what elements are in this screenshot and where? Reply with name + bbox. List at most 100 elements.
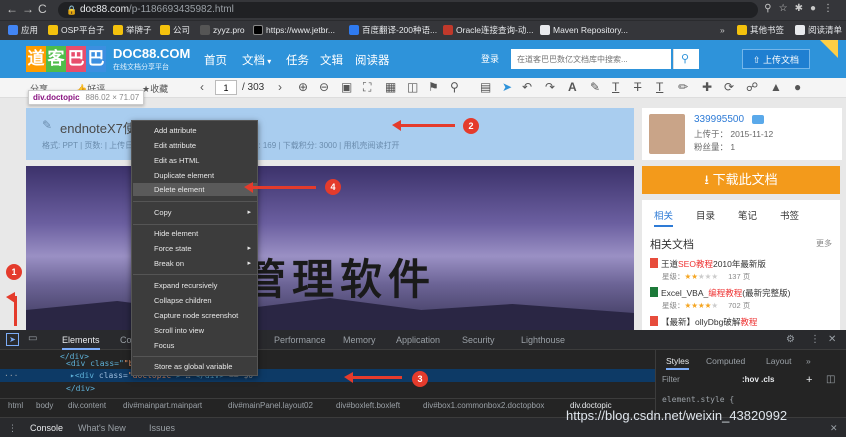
close-drawer-icon[interactable]: ✕ xyxy=(830,423,838,434)
bookmark-jetbrains[interactable]: https://www.jetbr... xyxy=(253,24,335,37)
settings-icon[interactable]: ● xyxy=(794,80,801,94)
bookmark-company[interactable]: 公司 xyxy=(160,24,190,37)
breadcrumb-item[interactable]: html xyxy=(8,399,23,412)
fit-page-icon[interactable]: ▣ xyxy=(341,80,352,94)
tab-notes[interactable]: 笔记 xyxy=(738,208,757,222)
tab-console[interactable]: Co xyxy=(120,335,132,345)
drawer-tab-whats-new[interactable]: What's New xyxy=(78,423,126,433)
bookmark-other[interactable]: 其他书签 xyxy=(737,24,784,37)
menu-add-attribute[interactable]: Add attribute xyxy=(154,125,197,137)
pen-icon[interactable]: ✎ xyxy=(590,80,600,94)
tab-application[interactable]: Application xyxy=(396,335,440,345)
bookmark-oracle[interactable]: Oracle连接查询-动... xyxy=(443,24,533,37)
tab-computed[interactable]: Computed xyxy=(706,356,745,366)
breadcrumb-item[interactable]: div#box1.commonbox2.doctopbox xyxy=(423,399,544,412)
find-icon[interactable]: ⚲ xyxy=(450,80,459,94)
bookmark-baidu-translate[interactable]: 百度翻译-200种语... xyxy=(349,24,437,37)
more-link[interactable]: 更多 xyxy=(816,238,832,249)
tab-related[interactable]: 相关 xyxy=(654,208,674,227)
tab-toc[interactable]: 目录 xyxy=(696,208,715,222)
related-item[interactable]: 【最新】ollyDbg破解教程 xyxy=(650,316,757,328)
zoom-icon[interactable]: ⚲ xyxy=(764,3,778,14)
menu-store-as-global-variable[interactable]: Store as global variable xyxy=(154,361,232,373)
favorite-button[interactable]: ★收藏 xyxy=(142,82,168,95)
drawer-tab-console[interactable]: Console xyxy=(30,423,63,433)
toggle-sidebar-icon[interactable]: ◫ xyxy=(826,374,835,385)
menu-icon[interactable]: ⋮ xyxy=(823,3,840,14)
bookmark-zyyz[interactable]: zyyz.pro xyxy=(200,24,245,37)
zoom-out-icon[interactable]: ⊖ xyxy=(319,80,329,94)
menu-delete-element[interactable]: Delete element xyxy=(154,184,204,196)
menu-scroll-into-view[interactable]: Scroll into view xyxy=(154,325,204,337)
upload-button[interactable]: ⇧ 上传文档 xyxy=(742,49,810,69)
nav-collections[interactable]: 文辑 xyxy=(320,52,343,68)
menu-break-on[interactable]: Break on xyxy=(154,258,184,270)
address-bar[interactable]: 🔒 doc88.com/p-1186693435982.html xyxy=(58,2,758,18)
grid-view-icon[interactable]: ▦ xyxy=(385,80,396,94)
back-icon[interactable]: ← xyxy=(6,2,18,16)
browser-toolbar-icons[interactable]: ⚲☆✱●⋮ xyxy=(764,3,840,14)
save-icon[interactable]: ▤ xyxy=(480,80,491,94)
nav-home[interactable]: 首页 xyxy=(204,52,227,68)
page-number-input[interactable] xyxy=(215,80,237,95)
select-tool-icon[interactable]: ➤ xyxy=(502,80,512,94)
tab-lighthouse[interactable]: Lighthouse xyxy=(521,335,565,345)
site-logo[interactable]: 道 客 巴 巴 xyxy=(26,46,108,72)
tab-elements[interactable]: Elements xyxy=(62,335,100,350)
star-icon[interactable]: ☆ xyxy=(779,3,795,14)
settings-gear-icon[interactable]: ⚙ xyxy=(786,334,795,345)
rotate-icon[interactable]: ⟳ xyxy=(724,80,734,94)
nav-docs[interactable]: 文档 ▾ xyxy=(242,52,271,68)
menu-force-state[interactable]: Force state xyxy=(154,243,192,255)
tab-bookmarks[interactable]: 书签 xyxy=(780,208,799,222)
hov-cls-toggle[interactable]: :hov .cls xyxy=(742,375,774,384)
brush-icon[interactable]: ✏ xyxy=(678,80,688,94)
more-tabs-icon[interactable]: » xyxy=(806,356,811,366)
nav-reader[interactable]: 阅读器 xyxy=(355,52,390,68)
menu-focus[interactable]: Focus xyxy=(154,340,174,352)
bookmark-icon[interactable]: ⚑ xyxy=(428,80,439,94)
tab-memory[interactable]: Memory xyxy=(343,335,376,345)
fullscreen-icon[interactable]: ⛶ xyxy=(363,80,371,95)
dom-line[interactable]: </div> xyxy=(66,384,95,393)
tab-layout[interactable]: Layout xyxy=(766,356,792,366)
related-item[interactable]: 王道SEO教程2010年最新版 xyxy=(650,258,766,270)
download-button[interactable]: ⭳ 下载此文档 xyxy=(642,166,840,194)
menu-edit-attribute[interactable]: Edit attribute xyxy=(154,140,196,152)
login-link[interactable]: 登录 xyxy=(481,52,499,65)
more-bookmarks-icon[interactable]: » xyxy=(720,24,725,37)
add-note-icon[interactable]: ✚ xyxy=(702,80,712,94)
underline-icon[interactable]: T xyxy=(612,80,619,94)
styles-filter-input[interactable]: Filter xyxy=(662,375,732,387)
next-page-icon[interactable]: › xyxy=(278,80,282,94)
tab-styles[interactable]: Styles xyxy=(666,356,690,370)
prev-page-icon[interactable]: ‹ xyxy=(200,80,204,94)
zoom-in-icon[interactable]: ⊕ xyxy=(298,80,308,94)
bookmark-jupaizi[interactable]: 举牌子 xyxy=(113,24,152,37)
ellipsis-icon[interactable]: ··· xyxy=(4,371,18,380)
link-icon[interactable]: ☍ xyxy=(746,80,758,94)
menu-edit-as-html[interactable]: Edit as HTML xyxy=(154,155,199,167)
bookmark-maven[interactable]: Maven Repository... xyxy=(540,24,628,37)
close-devtools-icon[interactable]: ✕ xyxy=(828,334,836,345)
device-toggle-icon[interactable]: ▭ xyxy=(28,333,37,344)
inspect-element-icon[interactable]: ➤ xyxy=(6,333,19,346)
related-item[interactable]: Excel_VBA_编程教程(最新完整版) xyxy=(650,287,790,299)
breadcrumb-item[interactable]: div#mainPanel.layout02 xyxy=(228,399,313,412)
strikethrough-icon[interactable]: T xyxy=(634,80,641,94)
reload-icon[interactable]: C xyxy=(38,2,47,16)
breadcrumb-item[interactable]: div#boxleft.boxleft xyxy=(336,399,400,412)
lock-tool-icon[interactable]: ▲ xyxy=(770,80,782,94)
tab-performance[interactable]: Performance xyxy=(274,335,326,345)
tab-security[interactable]: Security xyxy=(462,335,495,345)
menu-collapse-children[interactable]: Collapse children xyxy=(154,295,212,307)
doc-topic-header[interactable]: ✎ endnoteX7使用 格式: PPT | 页数: | 上传日期: 2016… xyxy=(26,108,634,160)
extensions-icon[interactable]: ✱ xyxy=(795,3,810,14)
search-input[interactable] xyxy=(511,49,671,69)
book-view-icon[interactable]: ◫ xyxy=(407,80,418,94)
breadcrumb-item[interactable]: div#mainpart.mainpart xyxy=(123,399,202,412)
avatar[interactable] xyxy=(649,114,685,154)
menu-capture-node-screenshot[interactable]: Capture node screenshot xyxy=(154,310,238,322)
breadcrumb-item[interactable]: div.content xyxy=(68,399,106,412)
more-options-icon[interactable]: ⋮ xyxy=(810,334,820,345)
